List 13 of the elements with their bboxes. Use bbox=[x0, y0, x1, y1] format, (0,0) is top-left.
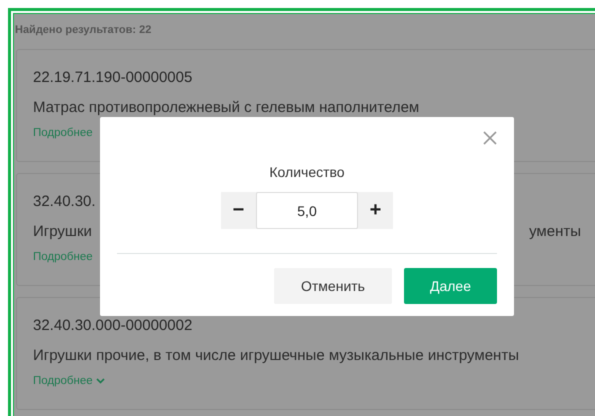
chevron-down-icon bbox=[96, 378, 105, 384]
quantity-label: Количество bbox=[269, 164, 345, 180]
result-description: Матрас противопролежневый с гелевым наполнителем bbox=[33, 99, 420, 117]
quantity-field[interactable]: 5,0 bbox=[256, 192, 358, 229]
result-description: Игрушки bbox=[33, 223, 92, 241]
result-code: 22.19.71.190-00000005 bbox=[33, 69, 192, 87]
result-code: 32.40.30.000-00000002 bbox=[33, 317, 192, 335]
results-count: Найдено результатов: 22 bbox=[15, 24, 152, 38]
close-icon[interactable] bbox=[483, 131, 497, 145]
result-description: Игрушки прочие, в том числе игрушечные музыкальные инструменты bbox=[33, 347, 519, 365]
result-code: 32.40.30. bbox=[33, 193, 96, 211]
cancel-button[interactable]: Отменить bbox=[274, 268, 392, 304]
result-description: ументы bbox=[529, 223, 581, 241]
